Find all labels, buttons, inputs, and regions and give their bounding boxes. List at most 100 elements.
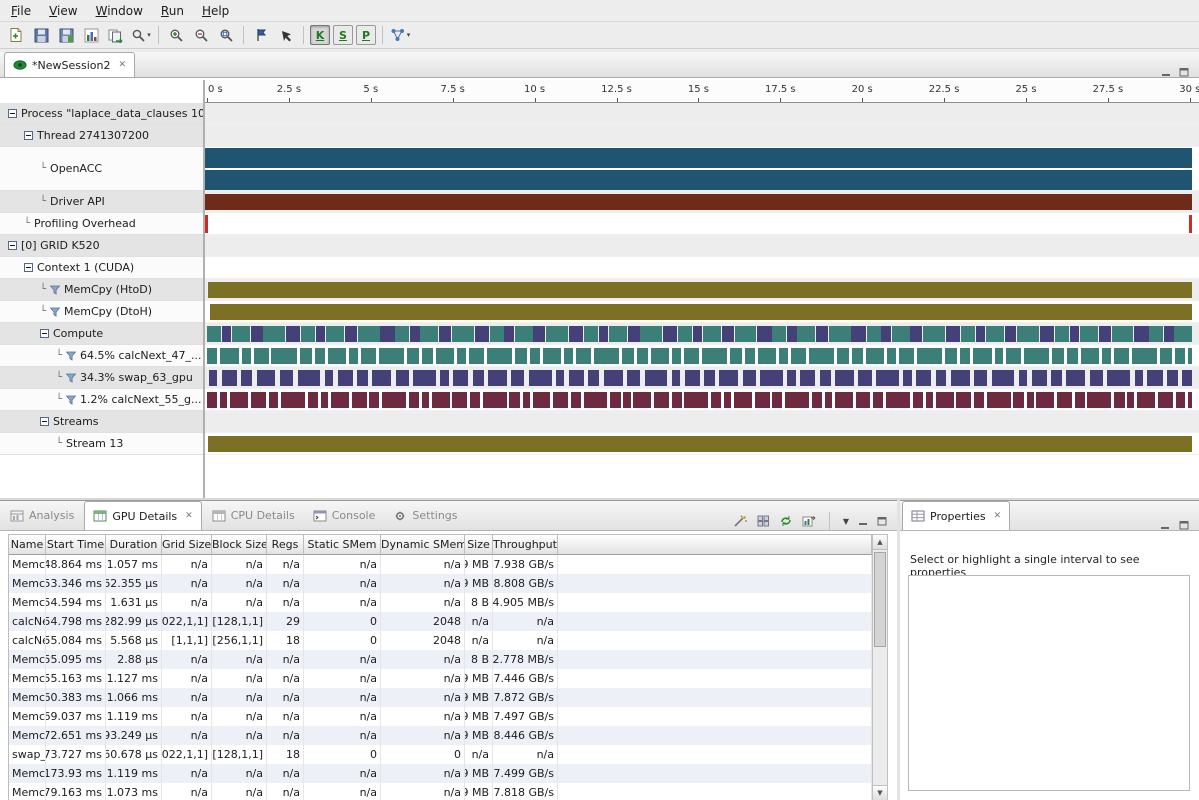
timeline-interval[interactable] (379, 348, 404, 364)
timeline-track-stream-13[interactable] (205, 433, 1199, 455)
timeline-interval[interactable] (1189, 215, 1192, 233)
timeline-interval[interactable] (588, 370, 599, 386)
timeline-interval[interactable] (876, 370, 899, 386)
timeline-interval[interactable] (672, 392, 682, 408)
timeline-interval[interactable] (470, 392, 480, 408)
timeline-interval[interactable] (734, 392, 752, 408)
timeline-interval[interactable] (422, 392, 429, 408)
timeline-interval[interactable] (1147, 370, 1162, 386)
timeline-interval[interactable] (1032, 370, 1047, 386)
table-row[interactable]: calcNext155.084 ms5.568 µs[1,1,1][256,1,… (9, 631, 872, 650)
timeline-interval[interactable] (1174, 326, 1192, 342)
session-tab[interactable]: *NewSession2 ✕ (4, 52, 135, 77)
timeline-interval[interactable] (263, 326, 285, 342)
select-tool-button[interactable] (274, 24, 298, 46)
timeline-interval[interactable] (1164, 326, 1174, 342)
timeline-interval[interactable] (1160, 348, 1172, 364)
timeline-interval[interactable] (678, 326, 692, 342)
timeline-track-context-1-cuda[interactable] (205, 257, 1199, 279)
timeline-interval[interactable] (974, 392, 984, 408)
goto-marker-button[interactable] (249, 24, 273, 46)
timeline-track-0-grid-k520[interactable] (205, 235, 1199, 257)
table-row[interactable]: Memcpy153.346 ms62.355 µsn/an/an/an/an/a… (9, 574, 872, 593)
timeline-interval[interactable] (209, 370, 217, 386)
timeline-interval[interactable] (816, 326, 828, 342)
timeline-interval[interactable] (1175, 348, 1185, 364)
timeline-interval[interactable] (571, 392, 581, 408)
table-scrollbar[interactable]: ▲ ▼ (872, 534, 888, 800)
tab-console[interactable]: Console (305, 501, 384, 530)
timeline-interval[interactable] (672, 370, 680, 386)
column-header-block-size[interactable]: Block Size (212, 535, 267, 555)
timeline-interval[interactable] (785, 392, 809, 408)
timeline-interval[interactable] (1090, 370, 1103, 386)
timeline-interval[interactable] (628, 326, 640, 342)
timeline-interval[interactable] (269, 392, 279, 408)
timeline-interval[interactable] (1080, 326, 1098, 342)
timeline-interval[interactable] (1027, 392, 1034, 408)
timeline-interval[interactable] (281, 392, 305, 408)
timeline-interval[interactable] (321, 392, 328, 408)
timeline-interval[interactable] (987, 392, 1011, 408)
timeline-interval[interactable] (599, 326, 609, 342)
timeline-interval[interactable] (529, 370, 552, 386)
timeline-interval[interactable] (452, 392, 467, 408)
timeline-ruler[interactable]: 0 s2.5 s5 s7.5 s10 s12.5 s15 s17.5 s20 s… (205, 80, 1199, 103)
timeline-interval[interactable] (820, 370, 831, 386)
timeline-interval[interactable] (1019, 370, 1027, 386)
timeline-interval[interactable] (569, 370, 584, 386)
menu-view[interactable]: View (40, 1, 86, 21)
menu-run[interactable]: Run (152, 1, 193, 21)
timeline-interval[interactable] (436, 348, 454, 364)
timeline-interval[interactable] (372, 370, 391, 386)
timeline-interval[interactable] (490, 326, 504, 342)
timeline-interval[interactable] (1188, 348, 1192, 364)
timeline-interval[interactable] (439, 326, 451, 342)
timeline-interval[interactable] (1013, 392, 1023, 408)
timeline-interval[interactable] (380, 326, 394, 342)
timeline-interval[interactable] (800, 370, 815, 386)
timeline-interval[interactable] (453, 370, 468, 386)
timeline-interval[interactable] (772, 326, 786, 342)
timeline-interval[interactable] (452, 326, 474, 342)
timeline-interval[interactable] (208, 436, 1192, 452)
tab-properties[interactable]: Properties ✕ (902, 501, 1010, 530)
menu-file[interactable]: File (2, 1, 40, 21)
timeline-interval[interactable] (523, 392, 530, 408)
timeline-interval[interactable] (892, 326, 910, 342)
column-header-grid-size[interactable]: Grid Size (162, 535, 212, 555)
timeline-interval[interactable] (271, 348, 296, 364)
timeline-track-1-2-calcnext-55-g[interactable] (205, 389, 1199, 411)
timeline-interval[interactable] (475, 326, 489, 342)
timeline-interval[interactable] (610, 392, 620, 408)
kernel-toggle-button[interactable]: K (310, 25, 330, 45)
timeline-interval[interactable] (926, 392, 933, 408)
timeline-track-memcpy-dtoh[interactable] (205, 301, 1199, 323)
column-header-regs[interactable]: Regs (267, 535, 304, 555)
minimize-editor-button[interactable] (1161, 67, 1171, 77)
timeline-interval[interactable] (1182, 370, 1192, 386)
timeline-interval[interactable] (627, 370, 640, 386)
tree-row-stream-13[interactable]: └Stream 13 (0, 433, 203, 455)
table-row[interactable]: Memcpy179.163 ms1.073 msn/an/an/an/an/a9… (9, 783, 872, 800)
table-row[interactable]: Memcpy154.594 ms1.631 µsn/an/an/an/an/a8… (9, 593, 872, 612)
filter-icon[interactable] (50, 285, 60, 295)
timeline-interval[interactable] (976, 326, 986, 342)
timeline-interval[interactable] (584, 326, 598, 342)
timeline-interval[interactable] (702, 348, 727, 364)
collapse-icon[interactable] (24, 131, 33, 140)
timeline-interval[interactable] (724, 392, 731, 408)
timeline-interval[interactable] (886, 392, 910, 408)
timeline-interval[interactable] (298, 370, 321, 386)
timeline-interval[interactable] (328, 348, 346, 364)
timeline-track-process-laplace-data-clauses-10[interactable] (205, 103, 1199, 125)
tree-row-process-laplace-data-clauses-10[interactable]: Process "laplace_data_clauses 10... (0, 103, 203, 125)
timeline-interval[interactable] (308, 392, 318, 408)
timeline-interval[interactable] (758, 348, 776, 364)
tree-row-thread-2741307200[interactable]: Thread 2741307200 (0, 125, 203, 147)
timeline-interval[interactable] (903, 370, 911, 386)
timeline-interval[interactable] (1102, 348, 1111, 364)
tree-row-34-3-swap-63-gpu[interactable]: └34.3% swap_63_gpu (0, 367, 203, 389)
timeline-interval[interactable] (604, 370, 623, 386)
timeline-interval[interactable] (797, 326, 815, 342)
